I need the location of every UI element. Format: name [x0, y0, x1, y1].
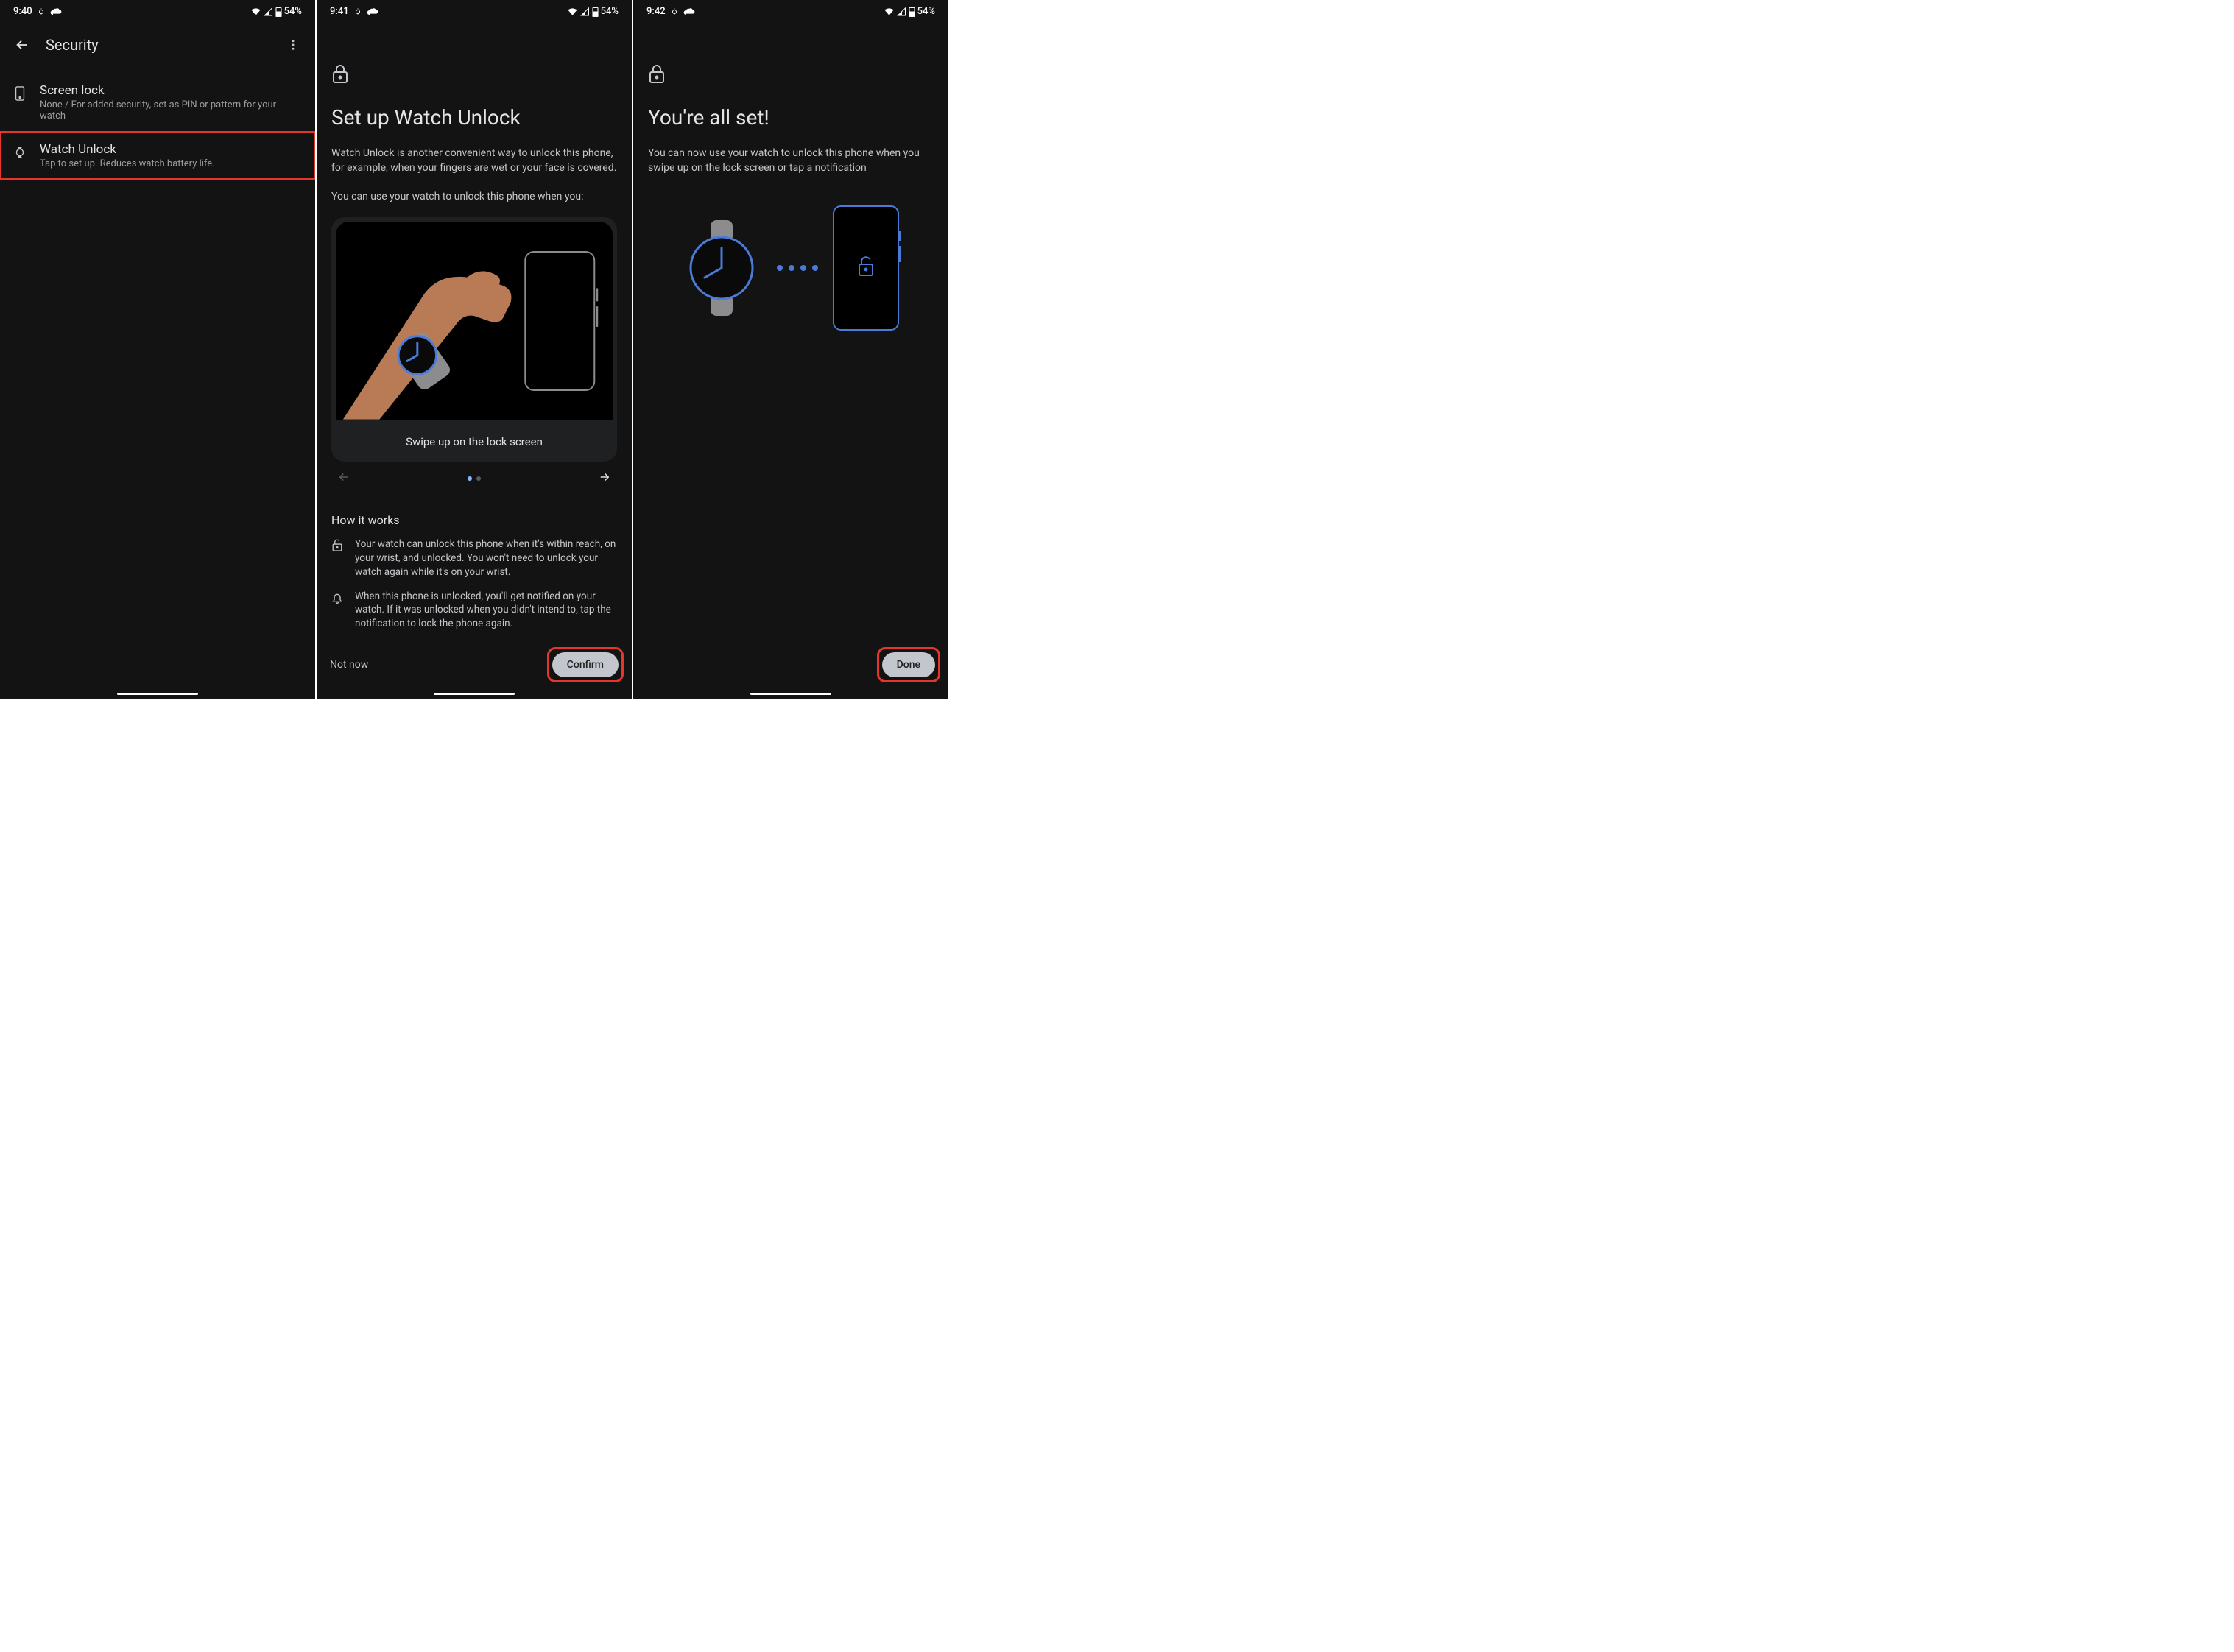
status-bar: 9:42 54%: [633, 0, 948, 20]
wifi-icon: [884, 7, 895, 16]
lock-header-icon: [331, 64, 617, 88]
footer-bar: Done: [633, 640, 948, 699]
dot-1[interactable]: [468, 476, 472, 481]
illustration-card: Swipe up on the lock screen: [331, 217, 617, 462]
setup-screen: 9:41 54% Set up Watch Unlock Watch Unloc…: [317, 0, 633, 699]
watch-status-icon: [37, 7, 46, 16]
header-title: Security: [46, 36, 269, 54]
status-bar: 9:40 54%: [0, 0, 315, 20]
battery-icon: [909, 7, 915, 17]
security-screen: 9:40 54% Security Screen lock None / For…: [0, 0, 317, 699]
watch-icon: [14, 145, 26, 160]
dot-2[interactable]: [476, 476, 481, 481]
item-subtitle: Tap to set up. Reduces watch battery lif…: [40, 158, 302, 169]
lock-icon: [331, 64, 349, 85]
page-title: You're all set!: [648, 105, 934, 130]
done-button[interactable]: Done: [882, 652, 935, 677]
item-subtitle: None / For added security, set as PIN or…: [40, 99, 302, 121]
card-illustration: [336, 222, 613, 420]
phone-icon: [15, 86, 25, 101]
battery-pct: 54%: [917, 6, 935, 17]
bell-icon: [331, 591, 343, 604]
status-bar: 9:41 54%: [317, 0, 632, 20]
next-button[interactable]: [596, 470, 613, 487]
back-button[interactable]: [7, 30, 37, 60]
clock: 9:40: [13, 6, 32, 17]
clock: 9:42: [646, 6, 666, 17]
connection-dots-icon: [775, 264, 820, 272]
cloud-icon: [50, 7, 62, 16]
more-vert-icon: [286, 38, 300, 52]
how-row-1: Your watch can unlock this phone when it…: [331, 537, 617, 579]
unlock-icon: [331, 539, 343, 552]
home-indicator[interactable]: [117, 693, 198, 695]
carousel-pager: [331, 462, 617, 494]
watch-status-icon: [353, 7, 362, 16]
arrow-right-icon: [596, 470, 613, 484]
confirm-button[interactable]: Confirm: [552, 652, 619, 677]
arrow-left-icon: [14, 37, 30, 53]
app-header: Security: [0, 20, 315, 73]
clock: 9:41: [330, 6, 349, 17]
footer-bar: Not now Confirm: [317, 640, 632, 699]
page-title: Set up Watch Unlock: [331, 105, 617, 130]
done-highlight: Done: [882, 652, 935, 677]
pager-dots: [468, 476, 481, 481]
cloud-icon: [683, 7, 695, 16]
wifi-icon: [250, 7, 261, 16]
overflow-menu[interactable]: [278, 30, 308, 60]
body-text-2: You can use your watch to unlock this ph…: [331, 189, 617, 204]
arrow-left-icon: [336, 470, 352, 484]
battery-pct: 54%: [284, 6, 302, 17]
signal-icon: [897, 7, 906, 16]
card-caption: Swipe up on the lock screen: [331, 425, 617, 462]
lock-header-icon: [648, 64, 934, 88]
home-indicator[interactable]: [750, 693, 831, 695]
home-indicator[interactable]: [434, 693, 515, 695]
watch-status-icon: [670, 7, 679, 16]
done-screen: 9:42 54% You're all set! You can now use…: [633, 0, 950, 699]
cloud-icon: [367, 7, 378, 16]
battery-pct: 54%: [601, 6, 619, 17]
confirm-highlight: Confirm: [552, 652, 619, 677]
screen-lock-item[interactable]: Screen lock None / For added security, s…: [0, 73, 315, 132]
how-text-2: When this phone is unlocked, you'll get …: [355, 590, 617, 632]
done-illustration: [648, 205, 934, 331]
battery-icon: [592, 7, 599, 17]
battery-icon: [275, 7, 282, 17]
how-it-works-heading: How it works: [331, 513, 617, 527]
wifi-icon: [567, 7, 578, 16]
how-row-2: When this phone is unlocked, you'll get …: [331, 590, 617, 632]
signal-icon: [264, 7, 273, 16]
how-text-1: Your watch can unlock this phone when it…: [355, 537, 617, 579]
body-text: You can now use your watch to unlock thi…: [648, 146, 934, 176]
not-now-button[interactable]: Not now: [330, 659, 368, 671]
body-text-1: Watch Unlock is another convenient way t…: [331, 146, 617, 176]
item-title: Watch Unlock: [40, 142, 302, 157]
item-title: Screen lock: [40, 83, 302, 98]
watch-unlock-item[interactable]: Watch Unlock Tap to set up. Reduces watc…: [0, 132, 315, 180]
prev-button[interactable]: [336, 470, 352, 487]
signal-icon: [580, 7, 590, 16]
lock-icon: [648, 64, 666, 85]
